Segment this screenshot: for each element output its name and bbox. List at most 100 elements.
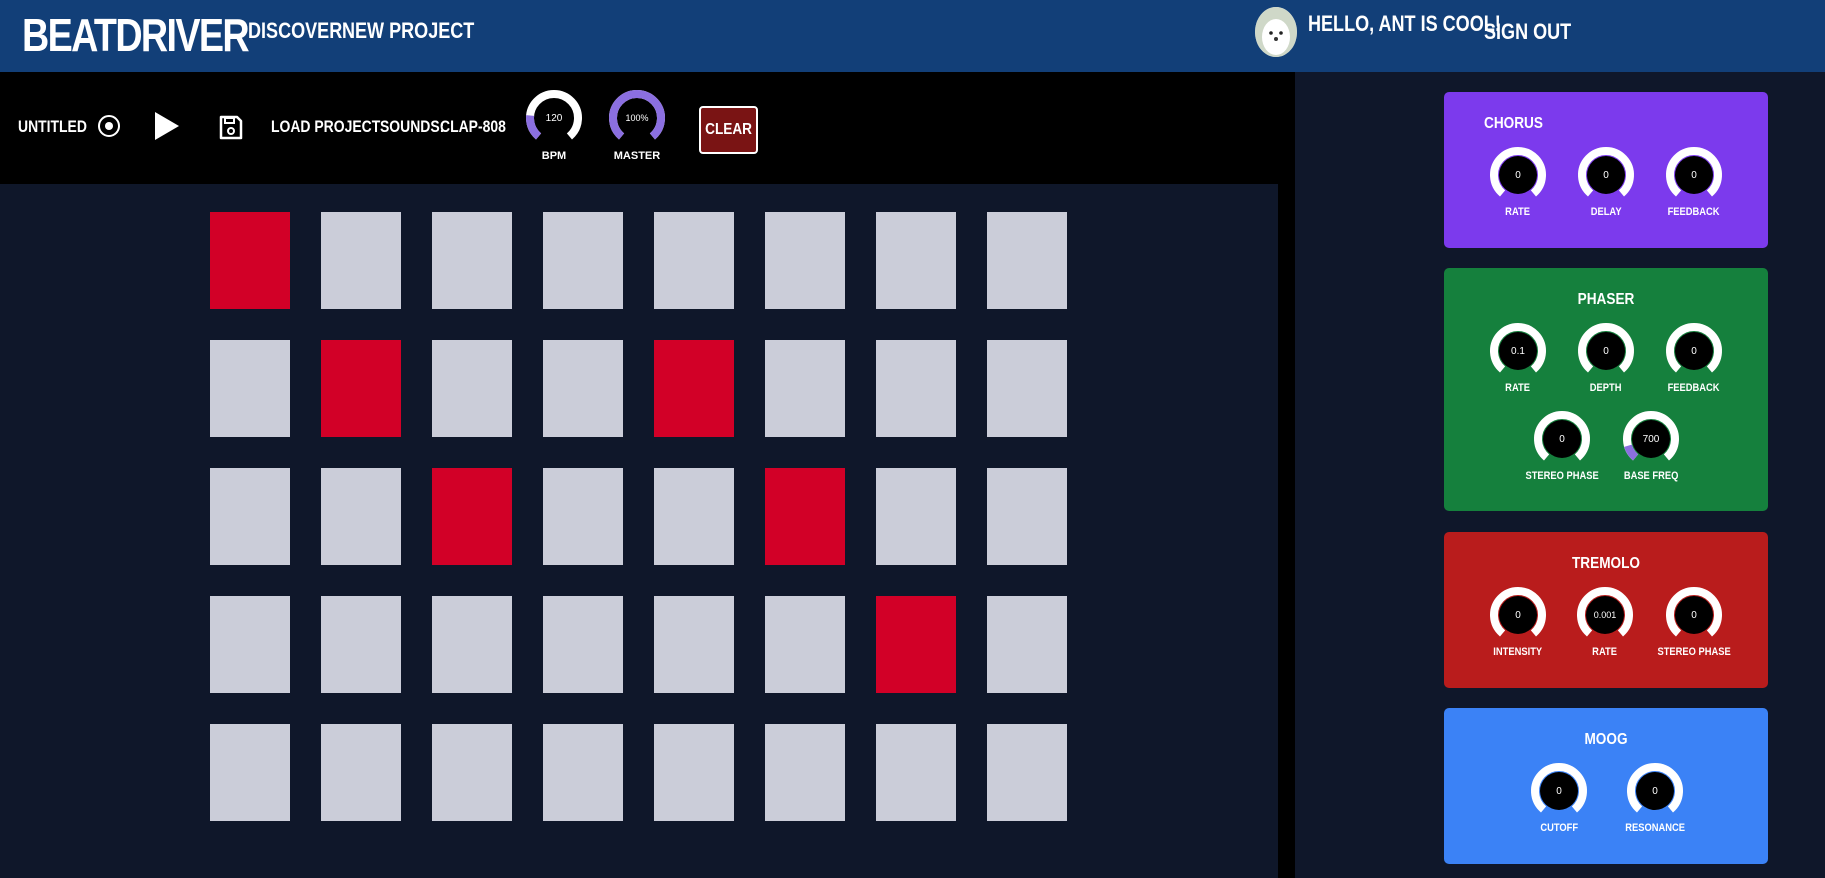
toolbar-knob-label: MASTER — [613, 150, 661, 162]
clear-button[interactable]: CLEAR — [699, 106, 758, 154]
fx-param-label: STEREO PHASE — [1525, 470, 1599, 482]
knob-value: 0.1 — [1511, 346, 1525, 357]
knob-value: 0 — [1603, 170, 1609, 181]
fx-param-label: RESONANCE — [1625, 822, 1685, 834]
knob-value: 0 — [1556, 786, 1562, 797]
step-pad[interactable] — [321, 596, 401, 693]
effect-title: CHORUS — [1484, 115, 1543, 132]
step-pad[interactable] — [876, 724, 956, 821]
step-pad[interactable] — [432, 340, 512, 437]
fx-param-label: STEREO PHASE — [1657, 646, 1731, 658]
step-pad[interactable] — [543, 468, 623, 565]
step-pad[interactable] — [876, 596, 956, 693]
fx-param-label: RATE — [1592, 646, 1618, 658]
record-icon[interactable] — [98, 115, 120, 137]
fx-knob-feedback[interactable]: 0 — [1665, 146, 1723, 204]
step-pad[interactable] — [987, 724, 1067, 821]
fx-param-label: FEEDBACK — [1668, 382, 1720, 394]
step-pad[interactable] — [210, 596, 290, 693]
save-icon[interactable] — [219, 115, 243, 140]
fx-knob-delay[interactable]: 0 — [1577, 146, 1635, 204]
step-pad[interactable] — [321, 212, 401, 309]
fx-knob-resonance[interactable]: 0 — [1626, 762, 1684, 820]
knob-value: 700 — [1643, 434, 1660, 445]
knob-value: 0 — [1691, 346, 1697, 357]
step-pad[interactable] — [765, 724, 845, 821]
step-pad[interactable] — [654, 340, 734, 437]
brand-logo[interactable]: BEATDRIVER — [22, 8, 250, 62]
step-pad[interactable] — [876, 340, 956, 437]
effect-title: MOOG — [1584, 731, 1628, 748]
sequencer-divider — [1278, 184, 1295, 878]
fx-knob-rate[interactable]: 0 — [1489, 146, 1547, 204]
step-pad[interactable] — [321, 468, 401, 565]
step-pad[interactable] — [432, 596, 512, 693]
step-pad[interactable] — [876, 468, 956, 565]
effect-title: PHASER — [1577, 291, 1635, 308]
sound-select[interactable]: CLAP-808 — [440, 117, 506, 137]
knob-value: 0 — [1691, 170, 1697, 181]
fx-param-label: INTENSITY — [1493, 646, 1543, 658]
fx-knob-rate[interactable]: 0.001 — [1576, 586, 1634, 644]
step-pad[interactable] — [876, 212, 956, 309]
knob-value: 0 — [1603, 346, 1609, 357]
step-pad[interactable] — [432, 212, 512, 309]
fx-param-label: BASE FREQ — [1623, 470, 1679, 482]
fx-knob-base-freq[interactable]: 700 — [1622, 410, 1680, 468]
step-pad[interactable] — [543, 340, 623, 437]
step-pad[interactable] — [765, 468, 845, 565]
step-pad[interactable] — [210, 724, 290, 821]
fx-knob-rate[interactable]: 0.1 — [1489, 322, 1547, 380]
fx-knob-cutoff[interactable]: 0 — [1530, 762, 1588, 820]
step-pad[interactable] — [987, 468, 1067, 565]
step-pad[interactable] — [987, 212, 1067, 309]
step-pad[interactable] — [987, 596, 1067, 693]
nav-new-project-link[interactable]: NEW PROJECT — [342, 18, 474, 44]
fx-param-label: RATE — [1505, 382, 1531, 394]
load-project-button[interactable]: LOAD PROJECT — [271, 117, 380, 137]
step-pad[interactable] — [654, 212, 734, 309]
fx-knob-intensity[interactable]: 0 — [1489, 586, 1547, 644]
step-pad[interactable] — [210, 340, 290, 437]
avatar[interactable] — [1255, 7, 1297, 57]
toolbar-knob-bpm[interactable]: 120 — [525, 89, 583, 147]
knob-value: 0.001 — [1594, 610, 1617, 620]
fx-knob-stereo-phase[interactable]: 0 — [1665, 586, 1723, 644]
step-pad[interactable] — [321, 340, 401, 437]
nav-discover-link[interactable]: DISCOVER — [248, 18, 342, 44]
step-pad[interactable] — [321, 724, 401, 821]
knob-value: 100% — [625, 113, 648, 123]
step-pad[interactable] — [432, 468, 512, 565]
fx-knob-depth[interactable]: 0 — [1577, 322, 1635, 380]
step-pad[interactable] — [765, 340, 845, 437]
fx-knob-stereo-phase[interactable]: 0 — [1533, 410, 1591, 468]
step-pad[interactable] — [210, 468, 290, 565]
fx-param-label: DELAY — [1590, 206, 1622, 218]
sign-out-link[interactable]: SIGN OUT — [1484, 19, 1571, 45]
sounds-label: SOUNDS: — [380, 117, 445, 136]
toolbar-knob-master[interactable]: 100% — [608, 89, 666, 147]
step-pad[interactable] — [654, 468, 734, 565]
step-pad[interactable] — [210, 212, 290, 309]
effect-title: TREMOLO — [1572, 555, 1640, 572]
fx-param-label: DEPTH — [1590, 382, 1622, 394]
step-pad[interactable] — [432, 724, 512, 821]
project-name[interactable]: UNTITLED — [18, 117, 87, 137]
fx-param-label: RATE — [1505, 206, 1531, 218]
sequencer-area — [0, 184, 1278, 878]
knob-value: 0 — [1515, 610, 1521, 621]
step-pad[interactable] — [654, 596, 734, 693]
step-pad[interactable] — [765, 212, 845, 309]
play-icon[interactable] — [155, 112, 179, 140]
step-pad[interactable] — [543, 596, 623, 693]
fx-knob-feedback[interactable]: 0 — [1665, 322, 1723, 380]
toolbar-knob-label: BPM — [541, 150, 567, 162]
step-pad[interactable] — [987, 340, 1067, 437]
fx-param-label: FEEDBACK — [1668, 206, 1720, 218]
knob-value: 0 — [1515, 170, 1521, 181]
step-pad[interactable] — [543, 724, 623, 821]
user-greeting: HELLO, ANT IS COOL! — [1308, 11, 1501, 36]
step-pad[interactable] — [543, 212, 623, 309]
step-pad[interactable] — [765, 596, 845, 693]
step-pad[interactable] — [654, 724, 734, 821]
